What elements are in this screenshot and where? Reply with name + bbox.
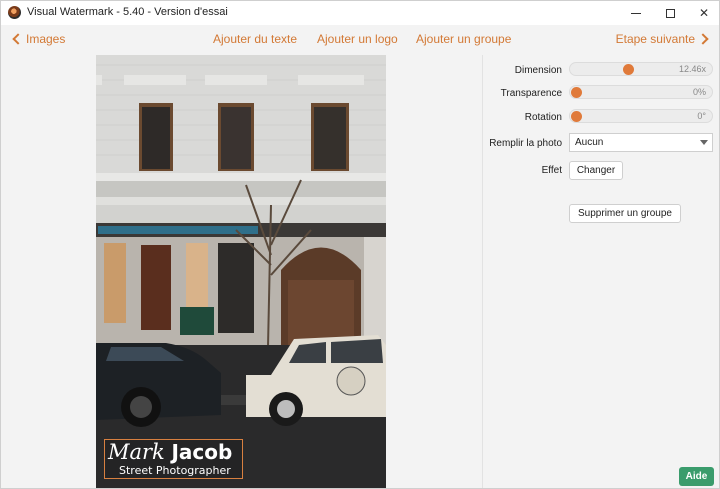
dropdown-arrow-icon (700, 140, 708, 145)
maximize-icon (665, 8, 675, 18)
rotation-label: Rotation (524, 112, 562, 123)
transparency-slider[interactable]: 0% (569, 85, 713, 99)
photo-preview: Mark Jacob Street Photographer (96, 55, 386, 488)
fill-photo-selected: Aucun (575, 137, 604, 148)
close-button[interactable]: ✕ (687, 1, 719, 25)
rotation-slider-thumb[interactable] (571, 111, 582, 122)
close-icon: ✕ (698, 6, 710, 20)
watermark-last-name: Jacob (171, 440, 233, 464)
effect-label: Effet (541, 165, 562, 176)
back-label: Images (26, 32, 66, 46)
dimension-slider[interactable]: 12.46x (569, 62, 713, 76)
fill-photo-label: Remplir la photo (489, 138, 562, 149)
add-logo-button[interactable]: Ajouter un logo (317, 32, 398, 46)
fill-photo-select[interactable]: Aucun (569, 133, 713, 152)
watermark-name: Mark Jacob (108, 440, 232, 464)
add-group-button[interactable]: Ajouter un groupe (416, 32, 511, 46)
change-effect-button[interactable]: Changer (569, 161, 623, 180)
watermark-first-name: Mark (108, 440, 165, 464)
preview-canvas: Mark Jacob Street Photographer (1, 55, 482, 488)
dimension-slider-thumb[interactable] (622, 64, 634, 75)
rotation-value: 0° (697, 111, 706, 121)
watermark-text-box[interactable]: Mark Jacob Street Photographer (104, 439, 243, 479)
settings-panel: Dimension 12.46x Transparence 0% Rotatio… (482, 55, 719, 488)
next-label: Etape suivante (615, 32, 695, 46)
add-text-button[interactable]: Ajouter du texte (213, 32, 297, 46)
maximize-button[interactable] (653, 1, 687, 25)
back-to-images-link[interactable]: Images (12, 32, 65, 46)
chevron-right-icon (697, 33, 709, 45)
delete-group-button[interactable]: Supprimer un groupe (569, 204, 681, 223)
help-button[interactable]: Aide (679, 467, 714, 486)
app-window: Visual Watermark - 5.40 - Version d'essa… (0, 0, 720, 489)
toolbar: Images Ajouter du texte Ajouter un logo … (1, 25, 719, 55)
transparency-value: 0% (692, 87, 706, 97)
transparency-slider-thumb[interactable] (571, 87, 582, 98)
minimize-icon (631, 12, 641, 14)
transparency-label: Transparence (500, 88, 562, 99)
window-title: Visual Watermark - 5.40 - Version d'essa… (27, 6, 228, 18)
next-step-link[interactable]: Etape suivante (616, 32, 709, 46)
dimension-value: 12.46x (678, 64, 706, 74)
street-photo-image (96, 55, 386, 488)
chevron-left-icon (12, 33, 24, 45)
dimension-label: Dimension (514, 65, 562, 76)
title-bar: Visual Watermark - 5.40 - Version d'essa… (1, 1, 719, 25)
minimize-button[interactable] (619, 1, 653, 25)
rotation-slider[interactable]: 0° (569, 109, 713, 123)
app-icon (8, 6, 21, 19)
watermark-subtitle: Street Photographer (119, 464, 231, 477)
